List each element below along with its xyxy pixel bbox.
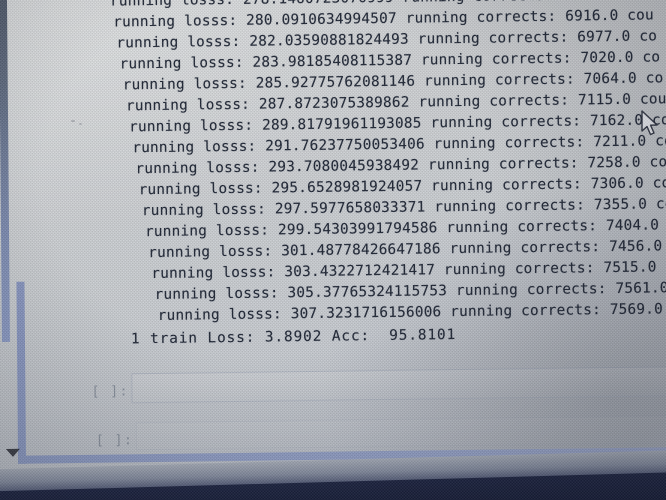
jupyter-notebook-body: running losss: 278.1460723070999 running… — [0, 0, 666, 500]
output-line: running losss: 297.5977658033371 running… — [141, 196, 666, 220]
output-line: running losss: 285.92775762081146 runnin… — [122, 70, 664, 94]
screen-dust-speck — [79, 123, 82, 125]
mouse-arrow-cursor-icon — [641, 110, 658, 136]
output-line: running losss: 289.81791961193085 runnin… — [129, 112, 666, 136]
output-line: running losss: 299.54303991794586 runnin… — [144, 217, 666, 241]
input-cell-prompt: [ ]: — [91, 383, 129, 400]
output-line: running losss: 307.3231716156006 running… — [157, 300, 666, 324]
photographed-monitor-screen: running losss: 278.1460723070999 running… — [0, 0, 666, 500]
output-line: running losss: 278.1460723070999 running… — [110, 0, 580, 10]
selected-cell-left-bar-output — [0, 0, 10, 343]
output-summary-line: 1 train Loss: 3.8902 Acc: 95.8101 — [130, 327, 457, 348]
output-line: running losss: 280.0910634994507 running… — [113, 7, 654, 31]
output-line: running losss: 295.6528981924057 running… — [138, 175, 666, 199]
output-line: running losss: 287.8723075389862 running… — [125, 91, 666, 115]
input-cell-editor[interactable] — [135, 415, 666, 451]
output-line: running losss: 291.76237750053406 runnin… — [132, 133, 666, 157]
output-line: running losss: 293.7080045938492 running… — [135, 154, 666, 178]
input-cell-prompt: [ ]: — [95, 432, 134, 449]
collapse-triangle-icon[interactable] — [5, 448, 20, 457]
output-line: running losss: 301.48778426647186 runnin… — [148, 238, 666, 262]
selected-cell-left-bar-input[interactable] — [16, 281, 27, 464]
output-line: running losss: 303.4322712421417 running… — [151, 258, 666, 283]
input-cell-editor[interactable] — [131, 366, 666, 404]
screen-dust-speck — [71, 120, 75, 122]
output-line: running losss: 282.03590881824493 runnin… — [116, 28, 658, 52]
output-line: running losss: 283.98185408115387 runnin… — [119, 49, 661, 73]
output-line: running losss: 305.37765324115753 runnin… — [154, 279, 666, 304]
